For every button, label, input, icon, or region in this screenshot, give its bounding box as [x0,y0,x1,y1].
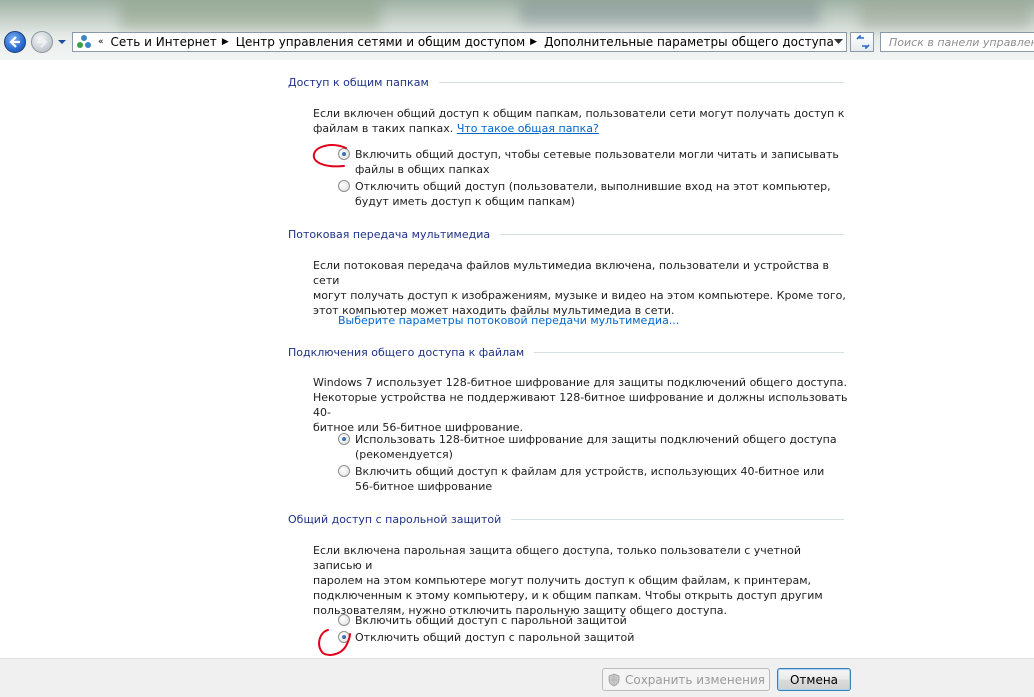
arrow-left-icon [9,36,20,48]
recent-pages-dropdown-icon[interactable] [57,38,67,46]
section-title-media: Потоковая передача мультимедиа [288,228,844,241]
radio-password-enable[interactable]: Включить общий доступ с парольной защито… [338,613,627,628]
back-button[interactable] [4,31,26,53]
media-description: Если потоковая передача файлов мультимед… [313,259,846,317]
forward-button[interactable] [31,31,53,53]
radio-encryption-40-56[interactable]: Включить общий доступ к файлам для устро… [338,464,824,494]
overflow-chevron-icon[interactable]: « [96,37,108,47]
radio-button[interactable] [338,614,350,626]
radio-button[interactable] [338,180,350,192]
section-title-password: Общий доступ с парольной защитой [288,513,844,526]
cancel-button-label: Отмена [789,672,839,687]
radio-folders-disable[interactable]: Отключить общий доступ (пользователи, вы… [338,179,831,209]
section-title-folders: Доступ к общим папкам [288,76,844,89]
chevron-down-icon[interactable] [834,39,843,45]
radio-password-disable[interactable]: Отключить общий доступ с парольной защит… [338,630,634,645]
annotation-mark [318,629,351,656]
cancel-button[interactable]: Отмена [777,668,851,691]
save-button[interactable]: Сохранить изменения [602,668,770,691]
refresh-icon [856,35,870,49]
radio-folders-enable[interactable]: Включить общий доступ, чтобы сетевые пол… [338,147,839,177]
window-header: « Сеть и Интернет ▶ Центр управления сет… [0,0,1034,60]
search-input[interactable]: Поиск в панели управления [880,32,1034,52]
media-streaming-link[interactable]: Выберите параметры потоковой передачи му… [338,314,679,327]
breadcrumb-network-center[interactable]: Центр управления сетями и общим доступом [233,35,528,49]
folders-description: Если включен общий доступ к общим папкам… [313,107,845,135]
dialog-footer: Сохранить изменения Отмена [0,658,1034,697]
section-title-file-sharing: Подключения общего доступа к файлам [288,346,844,359]
radio-button[interactable] [338,433,350,445]
radio-encryption-128[interactable]: Использовать 128-битное шифрование для з… [338,432,837,462]
uac-shield-icon [608,673,620,686]
network-icon [76,34,92,50]
save-button-label: Сохранить изменения [624,672,766,687]
breadcrumb-separator-icon[interactable]: ▶ [220,37,233,47]
breadcrumb-advanced-sharing[interactable]: Дополнительные параметры общего доступа [541,35,837,49]
settings-content: Доступ к общим папкам Если включен общий… [0,60,1034,658]
annotation-mark [312,144,347,168]
arrow-right-icon [37,36,48,48]
file-sharing-description: Windows 7 использует 128-битное шифрован… [313,376,848,434]
help-link-shared-folder[interactable]: Что такое общая папка? [457,122,599,135]
breadcrumb-separator-icon[interactable]: ▶ [528,37,541,47]
refresh-button[interactable] [850,32,874,52]
address-bar[interactable]: « Сеть и Интернет ▶ Центр управления сет… [72,32,847,52]
password-description: Если включена парольная защита общего до… [313,544,823,617]
breadcrumb-network-internet[interactable]: Сеть и Интернет [108,35,220,49]
radio-button[interactable] [338,465,350,477]
